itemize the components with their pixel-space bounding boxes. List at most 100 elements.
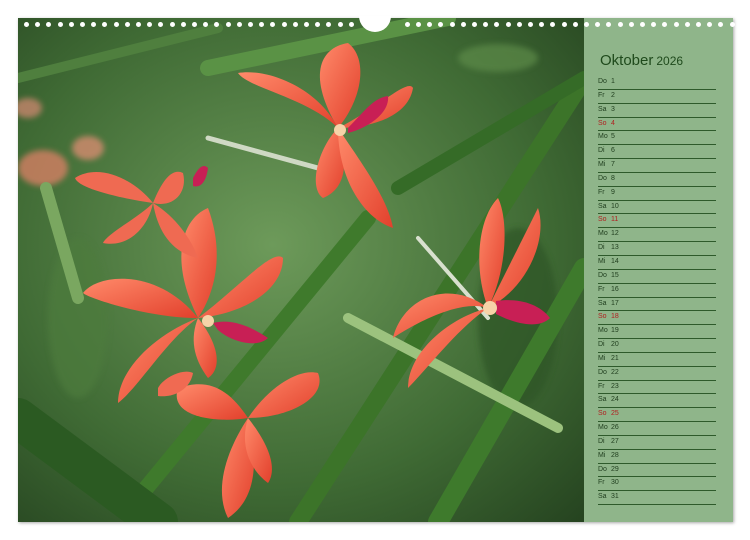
day-number: 16 <box>611 285 619 293</box>
day-number: 31 <box>611 493 619 501</box>
day-number: 13 <box>611 244 619 252</box>
day-of-week: So <box>598 410 607 418</box>
day-row: So 11 <box>598 214 716 229</box>
day-number: 30 <box>611 479 619 487</box>
orchid-photo <box>18 18 584 522</box>
day-number: 24 <box>611 396 619 404</box>
day-number: 9 <box>611 188 615 196</box>
day-number: 15 <box>611 271 619 279</box>
day-row: Mo 12 <box>598 228 716 243</box>
day-of-week: Sa <box>598 202 607 210</box>
day-number: 21 <box>611 354 619 362</box>
calendar-page: Oktober 2026 Do 1 Fr 2 Sa 3 So 4 Mo 5 Di 6 Mi 7 Do 8 Fr 9 S… <box>0 0 750 540</box>
day-row: Fr 30 <box>598 477 716 492</box>
year-label: 2026 <box>656 54 684 68</box>
day-number: 8 <box>611 174 615 182</box>
day-number: 23 <box>611 382 619 390</box>
day-number: 28 <box>611 451 619 459</box>
day-row: Sa 10 <box>598 201 716 215</box>
day-number: 26 <box>611 424 619 432</box>
calendar-sheet: Oktober 2026 Do 1 Fr 2 Sa 3 So 4 Mo 5 Di 6 Mi 7 Do 8 Fr 9 S… <box>18 16 735 522</box>
day-of-week: Mi <box>598 354 606 362</box>
day-row: Di 20 <box>598 339 716 353</box>
day-of-week: Sa <box>598 299 607 307</box>
day-row: Sa 31 <box>598 491 716 506</box>
day-row: So 4 <box>598 118 716 132</box>
day-number: 6 <box>611 147 615 155</box>
day-of-week: Do <box>598 271 607 279</box>
day-number: 20 <box>611 341 619 349</box>
day-row: Sa 3 <box>598 104 716 118</box>
day-number: 18 <box>611 313 619 321</box>
day-row: Sa 17 <box>598 298 716 312</box>
day-of-week: So <box>598 313 607 321</box>
day-number: 5 <box>611 133 615 141</box>
day-of-week: Mi <box>598 451 606 459</box>
day-of-week: Mi <box>598 257 606 265</box>
day-number: 19 <box>611 327 619 335</box>
day-of-week: Mo <box>598 230 608 238</box>
day-row: So 25 <box>598 408 716 423</box>
day-row: Mo 5 <box>598 131 716 146</box>
day-of-week: Do <box>598 465 607 473</box>
day-of-week: Fr <box>598 188 605 196</box>
day-of-week: Sa <box>598 396 607 404</box>
day-of-week: Di <box>598 437 605 445</box>
day-of-week: Fr <box>598 91 605 99</box>
day-number: 25 <box>611 410 619 418</box>
day-of-week: Fr <box>598 285 605 293</box>
month-heading: Oktober 2026 <box>600 52 683 69</box>
day-number: 27 <box>611 437 619 445</box>
day-row: Do 8 <box>598 173 716 187</box>
day-of-week: Di <box>598 244 605 252</box>
day-row: Fr 2 <box>598 90 716 104</box>
day-of-week: Sa <box>598 105 607 113</box>
day-number: 14 <box>611 257 619 265</box>
day-of-week: Di <box>598 147 605 155</box>
day-number: 3 <box>611 105 615 113</box>
day-row: Di 6 <box>598 145 716 160</box>
day-number: 2 <box>611 91 615 99</box>
day-number: 12 <box>611 230 619 238</box>
day-row: Di 13 <box>598 242 716 256</box>
day-row: Do 29 <box>598 464 716 478</box>
day-number: 29 <box>611 465 619 473</box>
day-row: Fr 16 <box>598 284 716 298</box>
day-number: 7 <box>611 161 615 169</box>
day-row: Di 27 <box>598 436 716 450</box>
day-of-week: Sa <box>598 493 607 501</box>
day-of-week: Do <box>598 78 607 85</box>
day-of-week: Fr <box>598 479 605 487</box>
day-of-week: So <box>598 216 607 224</box>
day-row: Mi 14 <box>598 256 716 270</box>
day-row: Sa 24 <box>598 394 716 409</box>
day-row: Do 1 <box>598 76 716 90</box>
day-number: 4 <box>611 119 615 127</box>
day-row: Mi 21 <box>598 353 716 367</box>
calendar-grid-panel: Oktober 2026 Do 1 Fr 2 Sa 3 So 4 Mo 5 Di 6 Mi 7 Do 8 Fr 9 S… <box>584 18 733 522</box>
day-row: Fr 23 <box>598 381 716 395</box>
day-row: Do 22 <box>598 367 716 381</box>
day-of-week: Mo <box>598 327 608 335</box>
day-of-week: Di <box>598 341 605 349</box>
day-number: 17 <box>611 299 619 307</box>
day-number: 1 <box>611 78 615 85</box>
day-number: 11 <box>611 216 619 224</box>
day-row: So 18 <box>598 311 716 326</box>
day-row: Mo 26 <box>598 422 716 436</box>
day-row: Fr 9 <box>598 187 716 201</box>
day-row: Mo 19 <box>598 325 716 340</box>
day-row: Mi 28 <box>598 450 716 464</box>
day-row: Do 15 <box>598 270 716 284</box>
month-name: Oktober <box>600 52 654 69</box>
day-number: 22 <box>611 368 619 376</box>
day-list: Do 1 Fr 2 Sa 3 So 4 Mo 5 Di 6 Mi 7 Do 8 Fr 9 Sa 10 So 11 Mo 12 D… <box>598 76 716 506</box>
day-of-week: Do <box>598 368 607 376</box>
day-of-week: Fr <box>598 382 605 390</box>
day-number: 10 <box>611 202 619 210</box>
day-of-week: Mo <box>598 424 608 432</box>
day-of-week: Mo <box>598 133 608 141</box>
day-row: Mi 7 <box>598 159 716 173</box>
day-of-week: Do <box>598 174 607 182</box>
day-of-week: So <box>598 119 607 127</box>
